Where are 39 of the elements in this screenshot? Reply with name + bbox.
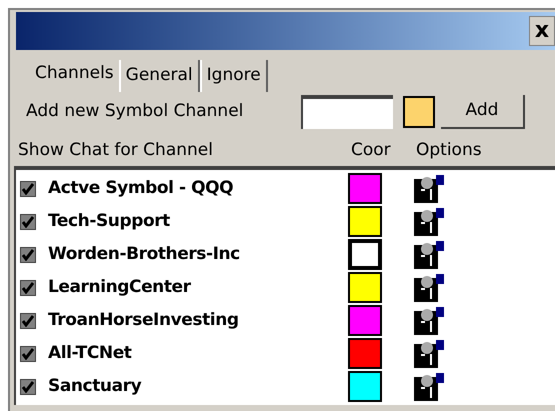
channel-color[interactable]: [348, 305, 382, 336]
options-icon[interactable]: [414, 340, 444, 368]
channel-color[interactable]: [348, 371, 382, 402]
close-button[interactable]: x: [529, 16, 555, 46]
checkbox[interactable]: [20, 346, 36, 362]
options-icon[interactable]: [414, 372, 444, 400]
channel-color[interactable]: [348, 206, 382, 237]
column-header: Options: [416, 139, 482, 162]
channel-name: Actve Symbol - QQQ: [48, 176, 234, 200]
add-button[interactable]: Add: [441, 95, 525, 129]
options-icon[interactable]: [414, 274, 444, 302]
column-header: Coor: [351, 139, 392, 162]
options-icon[interactable]: [414, 306, 444, 334]
channel-name: TroanHorseInvesting: [48, 308, 240, 332]
tab[interactable]: General: [118, 60, 200, 92]
channel-color[interactable]: [348, 272, 382, 303]
channel-name: Sanctuary: [48, 374, 142, 398]
checkbox[interactable]: [20, 378, 36, 394]
options-icon[interactable]: [414, 208, 444, 236]
channel-color[interactable]: [348, 338, 382, 369]
checkbox[interactable]: [20, 280, 36, 296]
checkbox[interactable]: [20, 246, 36, 262]
column-header: Show Chat for Channel: [18, 139, 214, 162]
add-channel-label: Add new Symbol Channel: [26, 100, 244, 124]
symbol-input-field[interactable]: [301, 95, 393, 129]
channel-name: Tech-Support: [48, 210, 171, 233]
checkbox[interactable]: [20, 214, 36, 230]
channel-color[interactable]: [348, 173, 382, 204]
options-icon[interactable]: [414, 240, 444, 268]
checkbox[interactable]: [20, 312, 36, 328]
channel-name: LearningCenter: [48, 276, 192, 299]
tab[interactable]: Channels: [30, 56, 119, 92]
channel-name: Worden-Brothers-Inc: [48, 242, 241, 266]
tab[interactable]: Ignore: [200, 60, 268, 92]
channel-color[interactable]: [348, 239, 382, 270]
checkbox[interactable]: [20, 180, 36, 196]
channel-name: All-TCNet: [48, 342, 132, 365]
color-swatch[interactable]: [403, 96, 435, 128]
options-icon[interactable]: [414, 174, 444, 202]
